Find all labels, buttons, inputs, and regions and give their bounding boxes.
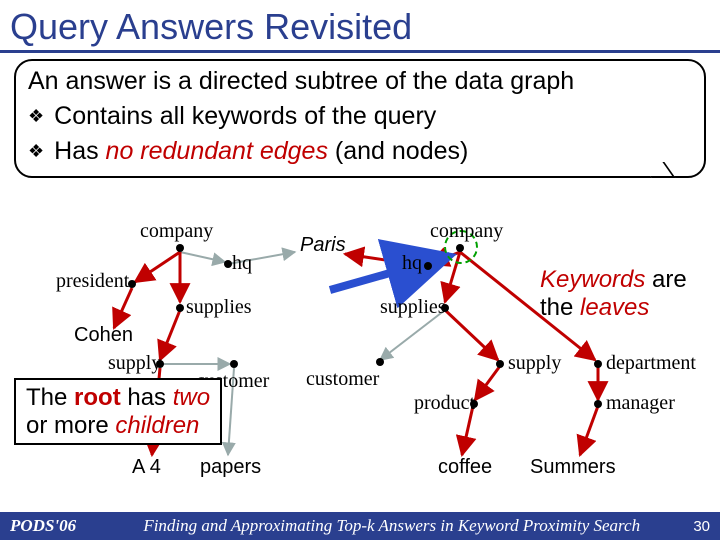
bullet1-text: Contains all keywords of the query [54, 102, 436, 131]
title-underline [0, 50, 720, 53]
root-ann-children: children [115, 412, 199, 439]
definition-callout: An answer is a directed subtree of the d… [14, 59, 706, 178]
label-hq-l: hq [232, 252, 252, 275]
bullet2-pre: Has [54, 137, 105, 165]
node-customer-r [376, 358, 384, 366]
footer-page: 30 [693, 518, 710, 535]
label-supplies-r: supplies [380, 296, 446, 319]
label-paris: Paris [300, 234, 346, 257]
node-hq-l [224, 260, 232, 268]
label-company-r: company [430, 220, 503, 243]
bullet2-em: no redundant edges [106, 137, 328, 165]
node-company-l [176, 244, 184, 252]
node-supplies-l [176, 304, 184, 312]
keywords-annotation: Keywords are the leaves [540, 266, 687, 321]
node-customer-l [230, 360, 238, 368]
label-manager: manager [606, 392, 675, 415]
label-papers: papers [200, 456, 261, 479]
label-hq-r: hq [402, 252, 422, 275]
label-company-l: company [140, 220, 213, 243]
node-company-r [456, 244, 464, 252]
footer-conference: PODS'06 [10, 516, 76, 536]
bullet-redundant: ❖ Has no redundant edges (and nodes) [28, 137, 692, 166]
root-ann-root: root [74, 384, 121, 411]
bullet2-post: (and nodes) [328, 137, 468, 165]
label-summers: Summers [530, 456, 616, 479]
label-a4: A 4 [132, 456, 161, 479]
node-hq-r [424, 262, 432, 270]
definition-text: An answer is a directed subtree of the d… [28, 67, 692, 96]
node-manager [594, 400, 602, 408]
root-ann-l2-pre: or more [26, 412, 115, 439]
graph-diagram: company president hq supplies supply cus… [0, 220, 720, 490]
root-annotation-box: The root has two or more children [14, 378, 222, 445]
label-coffee: coffee [438, 456, 492, 479]
bullet-contains: ❖ Contains all keywords of the query [28, 102, 692, 131]
bullet2-text: Has no redundant edges (and nodes) [54, 137, 468, 166]
root-ann-post: has [121, 384, 173, 411]
node-department [594, 360, 602, 368]
footer-title: Finding and Approximating Top-k Answers … [90, 516, 693, 536]
label-supplies-l: supplies [186, 296, 252, 319]
root-ann-two: two [173, 384, 210, 411]
kw-ann-kw: Keywords [540, 266, 645, 293]
label-supply-r: supply [508, 352, 561, 375]
node-supply-r [496, 360, 504, 368]
label-department: department [606, 352, 696, 375]
kw-ann-post: are [645, 266, 686, 293]
label-supply-l: supply [108, 352, 161, 375]
kw-ann-leaves: leaves [580, 294, 649, 321]
kw-ann-l2-pre: the [540, 294, 580, 321]
diamond-icon: ❖ [28, 106, 44, 127]
label-product: product [414, 392, 475, 415]
root-ann-pre: The [26, 384, 74, 411]
slide-title: Query Answers Revisited [0, 0, 720, 50]
label-customer-r: customer [306, 368, 379, 391]
label-cohen: Cohen [74, 324, 133, 347]
label-president: president [56, 270, 129, 293]
slide-footer: PODS'06 Finding and Approximating Top-k … [0, 512, 720, 540]
diamond-icon: ❖ [28, 141, 44, 162]
